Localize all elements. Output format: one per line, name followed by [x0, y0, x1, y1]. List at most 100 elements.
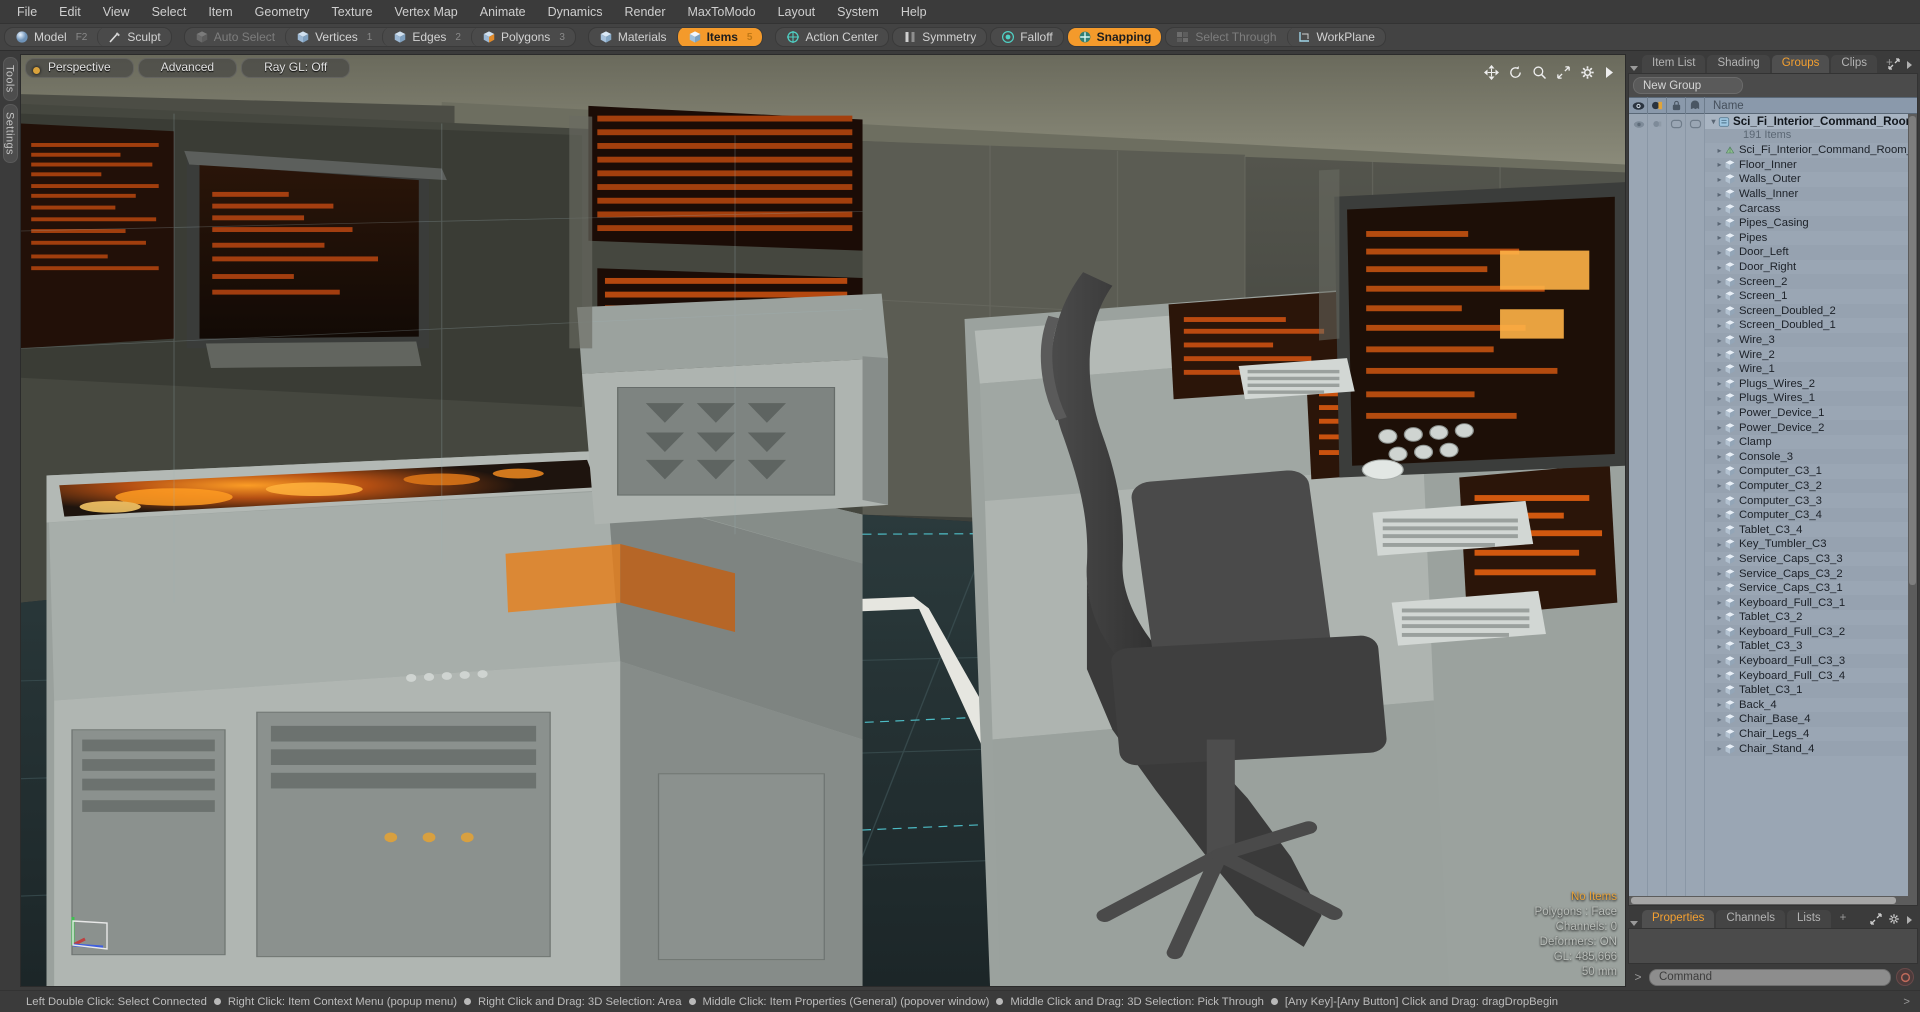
command-input[interactable]: Command	[1649, 968, 1891, 986]
pan-icon[interactable]	[1484, 65, 1499, 80]
disclosure-triangle-icon[interactable]: ▸	[1715, 379, 1724, 388]
disclosure-triangle-icon[interactable]: ▸	[1715, 175, 1724, 184]
tree-row-item[interactable]: ▸ Tablet_C3_1	[1705, 682, 1917, 698]
tree-row-item[interactable]: ▸ Pipes_Casing	[1705, 215, 1917, 231]
bottom-panel-menu-icon[interactable]	[1630, 914, 1638, 926]
bottom-panel-chevron-icon[interactable]	[1906, 912, 1914, 930]
row-eye-toggle[interactable]	[1629, 116, 1648, 132]
disclosure-triangle-icon[interactable]: ▸	[1715, 657, 1724, 666]
edges-mode-button[interactable]: Edges 2	[382, 28, 471, 46]
tree-row-item[interactable]: ▸ Walls_Outer	[1705, 172, 1917, 187]
disclosure-triangle-icon[interactable]: ▸	[1715, 233, 1724, 242]
tree-row-item[interactable]: ▸ Console_3	[1705, 449, 1917, 465]
tab-groups[interactable]: Groups	[1771, 55, 1830, 73]
disclosure-triangle-icon[interactable]: ▸	[1715, 569, 1724, 578]
tree-row-item[interactable]: ▸ Sci_Fi_Interior_Command_Room_Red	[1705, 143, 1917, 158]
disclosure-triangle-icon[interactable]: ▸	[1715, 438, 1724, 447]
disclosure-triangle-icon[interactable]: ▸	[1715, 263, 1724, 272]
menu-item-system[interactable]: System	[826, 2, 890, 22]
disclosure-triangle-icon[interactable]: ▸	[1715, 642, 1724, 651]
tree-row-item[interactable]: ▸ Screen_1	[1705, 288, 1917, 304]
row-ghost-toggle[interactable]	[1686, 116, 1705, 132]
menu-item-geometry[interactable]: Geometry	[244, 2, 321, 22]
tree-row-item[interactable]: ▸ Power_Device_1	[1705, 405, 1917, 421]
menu-item-dynamics[interactable]: Dynamics	[537, 2, 614, 22]
disclosure-triangle-icon[interactable]: ▸	[1715, 554, 1724, 563]
tab-item-list[interactable]: Item List	[1642, 55, 1706, 73]
menu-item-view[interactable]: View	[92, 2, 141, 22]
perspective-viewport[interactable]: Perspective Advanced Ray GL: Off No Item…	[20, 54, 1626, 987]
symmetry-button[interactable]: Symmetry	[893, 28, 986, 46]
tree-row-item[interactable]: ▸ Service_Caps_C3_3	[1705, 551, 1917, 567]
tab-shading[interactable]: Shading	[1707, 55, 1770, 73]
gear-icon[interactable]	[1580, 65, 1595, 80]
menu-item-animate[interactable]: Animate	[469, 2, 537, 22]
disclosure-triangle-icon[interactable]: ▸	[1715, 540, 1724, 549]
tree-row-item[interactable]: ▸ Walls_Inner	[1705, 186, 1917, 202]
disclosure-triangle-icon[interactable]: ▾	[1709, 117, 1718, 126]
disclosure-triangle-icon[interactable]: ▸	[1715, 190, 1724, 199]
disclosure-triangle-icon[interactable]: ▸	[1715, 686, 1724, 695]
sculpt-mode-button[interactable]: Sculpt	[97, 28, 170, 46]
tree-row-item[interactable]: ▸ Keyboard_Full_C3_3	[1705, 653, 1917, 669]
maximize-panel-icon[interactable]	[1888, 57, 1900, 75]
disclosure-triangle-icon[interactable]: ▸	[1715, 598, 1724, 607]
zoom-icon[interactable]	[1532, 65, 1547, 80]
tree-row-item[interactable]: ▸ Wire_2	[1705, 347, 1917, 362]
disclosure-triangle-icon[interactable]: ▸	[1715, 146, 1724, 155]
tree-row-item[interactable]: ▸ Wire_1	[1705, 361, 1917, 377]
tree-row-item[interactable]: ▸ Chair_Base_4	[1705, 712, 1917, 727]
tree-row-item[interactable]: ▸ Key_Tumbler_C3	[1705, 537, 1917, 552]
panel-menu-icon[interactable]	[1630, 59, 1638, 71]
tree-row-item[interactable]: ▸ Chair_Legs_4	[1705, 726, 1917, 742]
vertical-tab-settings[interactable]: Settings	[2, 103, 18, 163]
disclosure-triangle-icon[interactable]: ▸	[1715, 613, 1724, 622]
disclosure-triangle-icon[interactable]: ▸	[1715, 511, 1724, 520]
chevron-right-icon[interactable]	[1604, 66, 1615, 79]
row-render-toggle[interactable]	[1648, 116, 1667, 132]
disclosure-triangle-icon[interactable]: ▸	[1715, 423, 1724, 432]
tree-horizontal-scrollbar[interactable]	[1629, 896, 1917, 905]
items-mode-button[interactable]: Items 5	[676, 28, 763, 46]
disclosure-triangle-icon[interactable]: ▸	[1715, 306, 1724, 315]
vertices-mode-button[interactable]: Vertices 1	[285, 28, 382, 46]
tree-row-item[interactable]: ▸ Screen_Doubled_1	[1705, 318, 1917, 333]
disclosure-triangle-icon[interactable]: ▸	[1715, 584, 1724, 593]
eye-icon[interactable]	[1629, 97, 1648, 114]
falloff-button[interactable]: Falloff	[991, 28, 1062, 46]
tree-row-item[interactable]: ▸ Door_Left	[1705, 245, 1917, 260]
row-lock-toggle[interactable]	[1667, 116, 1686, 132]
disclosure-triangle-icon[interactable]: ▸	[1715, 160, 1724, 169]
tree-row-item[interactable]: ▸ Tablet_C3_2	[1705, 610, 1917, 625]
disclosure-triangle-icon[interactable]: ▸	[1715, 204, 1724, 213]
tab-channels[interactable]: Channels	[1716, 910, 1786, 928]
menu-item-select[interactable]: Select	[141, 2, 198, 22]
disclosure-triangle-icon[interactable]: ▸	[1715, 467, 1724, 476]
tree-row-item[interactable]: ▸ Pipes	[1705, 230, 1917, 246]
menu-item-texture[interactable]: Texture	[321, 2, 384, 22]
disclosure-triangle-icon[interactable]: ▸	[1715, 292, 1724, 301]
scrollbar-thumb[interactable]	[1909, 116, 1916, 586]
new-group-button[interactable]: New Group	[1633, 77, 1743, 94]
tree-row-item[interactable]: ▸ Power_Device_2	[1705, 420, 1917, 435]
tree-row-item[interactable]: ▸ Computer_C3_3	[1705, 493, 1917, 508]
materials-mode-button[interactable]: Materials	[589, 28, 677, 46]
tree-row-item[interactable]: ▸ Door_Right	[1705, 259, 1917, 275]
tree-row-item[interactable]: ▸ Computer_C3_2	[1705, 478, 1917, 494]
disclosure-triangle-icon[interactable]: ▸	[1715, 744, 1724, 753]
tree-row-item[interactable]: ▸ Plugs_Wires_2	[1705, 376, 1917, 392]
disclosure-triangle-icon[interactable]: ▸	[1715, 700, 1724, 709]
bottom-panel-gear-icon[interactable]	[1888, 912, 1900, 930]
tree-row-item[interactable]: ▸ Computer_C3_1	[1705, 464, 1917, 479]
lock-icon[interactable]	[1667, 97, 1686, 114]
model-mode-button[interactable]: Model F2	[5, 28, 97, 46]
workplane-button[interactable]: WorkPlane	[1286, 28, 1385, 46]
tree-row-item[interactable]: ▸ Wire_3	[1705, 332, 1917, 348]
disclosure-triangle-icon[interactable]: ▸	[1715, 671, 1724, 680]
disclosure-triangle-icon[interactable]: ▸	[1715, 730, 1724, 739]
disclosure-triangle-icon[interactable]: ▸	[1715, 394, 1724, 403]
render-icon[interactable]	[1648, 97, 1667, 114]
tree-row-item[interactable]: ▸ Chair_Stand_4	[1705, 741, 1917, 756]
vertical-tab-tools[interactable]: Tools	[2, 57, 18, 101]
tree-row-item[interactable]: ▸ Service_Caps_C3_2	[1705, 566, 1917, 581]
